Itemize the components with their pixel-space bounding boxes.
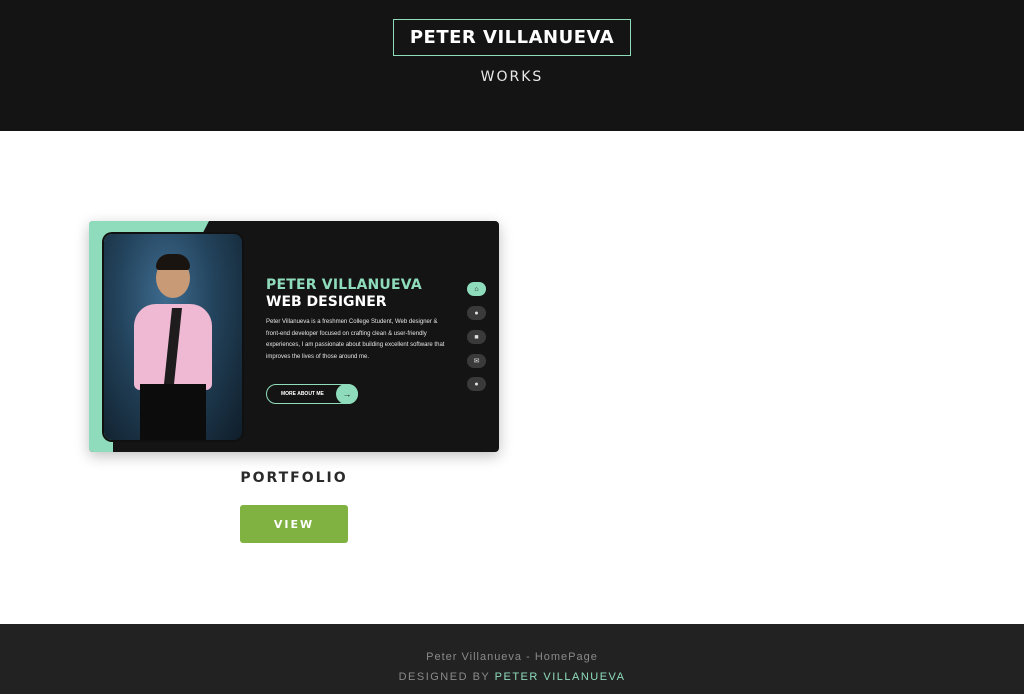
site-header: PETER VILLANUEVA WORKS: [0, 0, 1024, 131]
preview-name: PETER VILLANUEVA: [266, 277, 422, 293]
view-button[interactable]: VIEW: [240, 505, 348, 543]
preview-more-label: MORE ABOUT ME: [281, 391, 324, 397]
designed-by-label: DESIGNED BY: [398, 671, 491, 683]
home-icon: ⌂: [467, 282, 486, 296]
page-subtitle: WORKS: [480, 69, 544, 85]
profile-photo: [104, 234, 242, 440]
footer-homepage-link[interactable]: Peter Villanueva - HomePage: [0, 651, 1024, 663]
briefcase-icon: ■: [467, 330, 486, 344]
preview-more-button: MORE ABOUT ME →: [266, 384, 358, 404]
designer-link[interactable]: PETER VILLANUEVA: [495, 671, 626, 683]
site-brand[interactable]: PETER VILLANUEVA: [393, 19, 631, 56]
site-footer: Peter Villanueva - HomePage DESIGNED BY …: [0, 624, 1024, 694]
preview-description: Peter Villanueva is a freshmen College S…: [266, 319, 445, 360]
envelope-icon: ✉: [467, 354, 486, 368]
footer-credit: DESIGNED BY PETER VILLANUEVA: [0, 671, 1024, 683]
arrow-right-icon: →: [336, 384, 358, 404]
work-title: PORTFOLIO: [240, 470, 348, 486]
user-icon: ●: [467, 306, 486, 320]
portfolio-preview-image[interactable]: PETER VILLANUEVA WEB DESIGNER Peter Vill…: [89, 221, 499, 452]
chat-icon: ●: [467, 377, 486, 391]
preview-role: WEB DESIGNER: [266, 294, 387, 310]
